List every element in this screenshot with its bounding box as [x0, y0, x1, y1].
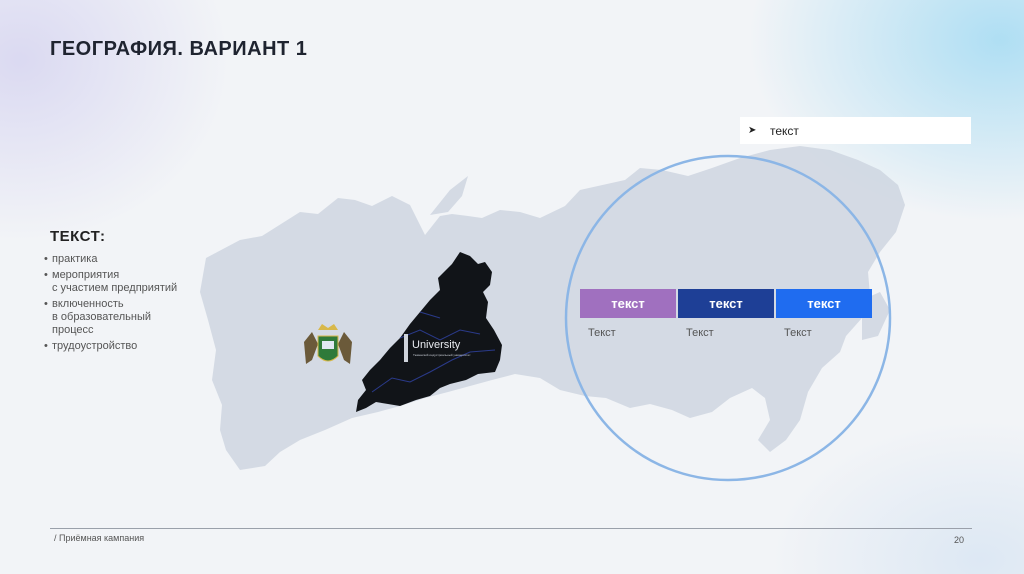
- bullet-list: • практика • мероприятия с участием предпр…: [44, 253, 214, 353]
- callout-label: текст: [770, 123, 799, 138]
- university-logo-text: University: [412, 339, 461, 351]
- list-item: • мероприятия с участием предприятий: [44, 269, 178, 294]
- bar-captions: Текст Текст Текст: [588, 327, 882, 339]
- bar-caption-3: Текст: [784, 327, 812, 339]
- list-item: • трудоустройство: [44, 340, 138, 352]
- text-block: ТЕКСТ: • практика • мероприятия с участием…: [44, 228, 214, 356]
- bar-caption-1: Текст: [588, 327, 616, 339]
- arrow-right-icon: ➤: [748, 125, 757, 136]
- label-bar-3: текст: [776, 289, 872, 318]
- page-title: ГЕОГРАФИЯ. ВАРИАНТ 1: [50, 38, 308, 60]
- label-bar-2: текст: [678, 289, 774, 318]
- callout-box: ➤ текст: [740, 117, 971, 144]
- bar-group: текст текст текст: [580, 289, 872, 318]
- label-bar-1: текст: [580, 289, 676, 318]
- footer-text: / Приёмная кампания: [54, 533, 145, 543]
- list-item: • включенность в образовательный процесс: [44, 298, 152, 336]
- page-number: 20: [953, 535, 964, 545]
- bar-caption-2: Текст: [686, 327, 714, 339]
- text-block-heading: ТЕКСТ:: [50, 228, 106, 245]
- footer-divider: [50, 528, 972, 529]
- list-item: • практика: [44, 253, 98, 265]
- university-logo-subtext: Тюменский индустриальный университет: [413, 353, 471, 357]
